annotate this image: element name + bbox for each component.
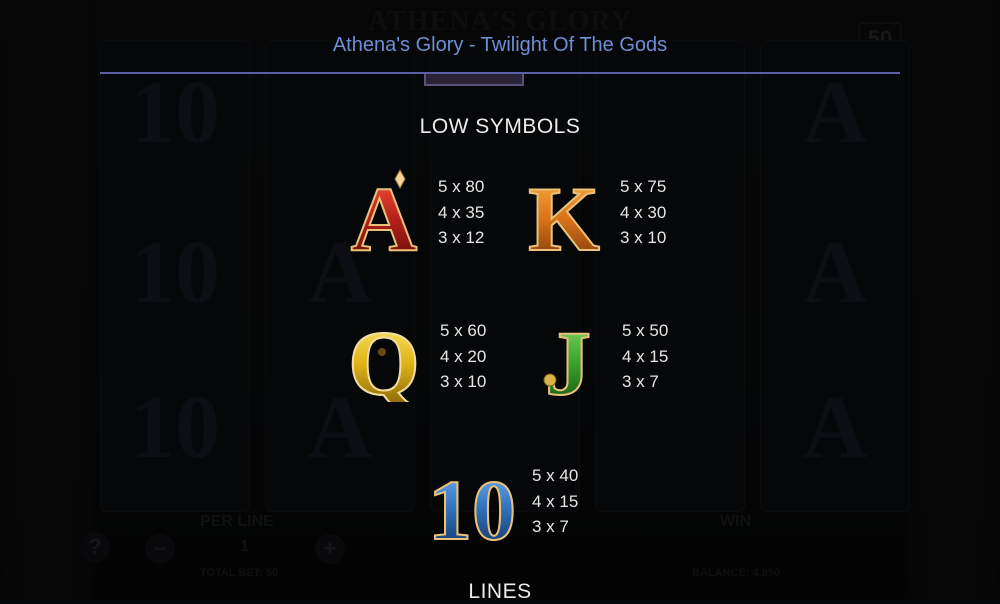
payout-4: 4 x 15 — [532, 491, 579, 511]
payout-4: 4 x 30 — [620, 202, 667, 222]
payout-list: 5 x 75 4 x 30 3 x 10 — [620, 174, 666, 251]
payout-3: 3 x 10 — [620, 228, 667, 247]
payout-5: 5 x 40 — [532, 466, 579, 485]
paytable-entry-ten: 10 5 x 40 4 x 15 3 x 7 — [422, 455, 612, 555]
ace-symbol-icon: A — [350, 167, 418, 258]
payout-3: 3 x 7 — [532, 517, 569, 536]
payout-list: 5 x 80 4 x 35 3 x 12 — [438, 174, 484, 251]
paytable-entry-jack: J 5 x 50 4 x 15 3 x 7 — [522, 310, 712, 410]
payout-list: 5 x 40 4 x 15 3 x 7 — [532, 463, 578, 540]
paytable-entry-queen: Q 5 x 60 4 x 20 3 x 10 — [340, 310, 530, 410]
jack-symbol-icon: J — [543, 311, 592, 402]
payout-4: 4 x 20 — [440, 346, 487, 366]
paytable-overlay: Athena's Glory - Twilight Of The Gods LO… — [0, 0, 1000, 603]
payout-4: 4 x 35 — [438, 202, 485, 222]
payout-5: 5 x 80 — [438, 177, 485, 196]
paytable-entry-ace: A 5 x 80 4 x 35 3 x 12 — [338, 166, 528, 266]
payout-5: 5 x 50 — [622, 321, 669, 340]
paytable-title: Athena's Glory - Twilight Of The Gods — [332, 34, 668, 56]
symbol-glyph: K — [528, 168, 600, 258]
scroll-indicator[interactable] — [424, 74, 524, 86]
symbol-glyph: 10 — [428, 462, 516, 547]
payout-3: 3 x 10 — [440, 372, 487, 391]
queen-symbol-icon: Q — [347, 311, 421, 402]
payout-list: 5 x 60 4 x 20 3 x 10 — [440, 318, 486, 395]
payout-list: 5 x 50 4 x 15 3 x 7 — [622, 318, 668, 395]
symbol-glyph: A — [351, 168, 417, 258]
ten-symbol-icon: 10 — [427, 461, 517, 547]
king-symbol-icon: K — [527, 167, 601, 258]
payout-3: 3 x 12 — [438, 228, 485, 247]
payout-4: 4 x 15 — [622, 346, 669, 366]
lines-heading: LINES — [468, 580, 532, 603]
payout-5: 5 x 75 — [620, 177, 667, 196]
symbol-glyph: Q — [348, 312, 420, 402]
paytable-entry-king: K 5 x 75 4 x 30 3 x 10 — [520, 166, 710, 266]
payout-5: 5 x 60 — [440, 321, 487, 340]
symbol-glyph: J — [545, 312, 591, 402]
low-symbols-heading: LOW SYMBOLS — [419, 115, 581, 138]
payout-3: 3 x 7 — [622, 372, 659, 391]
